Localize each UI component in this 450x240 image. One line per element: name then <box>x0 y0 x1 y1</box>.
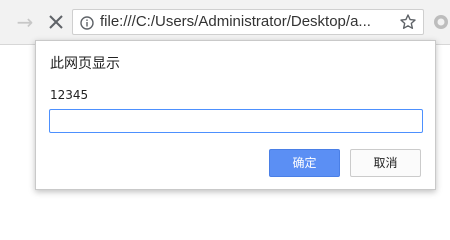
address-url[interactable]: file:///C:/Users/Administrator/Desktop/a… <box>100 13 390 31</box>
extension-icon[interactable] <box>432 13 450 31</box>
info-icon[interactable] <box>80 15 94 30</box>
bookmark-star-icon[interactable] <box>399 13 417 31</box>
dialog-title: 此网页显示 <box>50 56 120 72</box>
dialog-message: 12345 <box>50 88 89 102</box>
cancel-button[interactable]: 取消 <box>350 149 421 177</box>
ok-button[interactable]: 确定 <box>269 149 340 177</box>
stop-loading-icon[interactable] <box>45 11 67 33</box>
prompt-dialog: 此网页显示 12345 确定 取消 <box>35 40 436 190</box>
prompt-input[interactable] <box>49 109 423 133</box>
browser-toolbar: → file:///C:/Users/Administrator/Desktop… <box>0 0 450 45</box>
forward-arrow-icon[interactable]: → <box>14 11 36 33</box>
address-bar[interactable]: file:///C:/Users/Administrator/Desktop/a… <box>72 9 424 35</box>
